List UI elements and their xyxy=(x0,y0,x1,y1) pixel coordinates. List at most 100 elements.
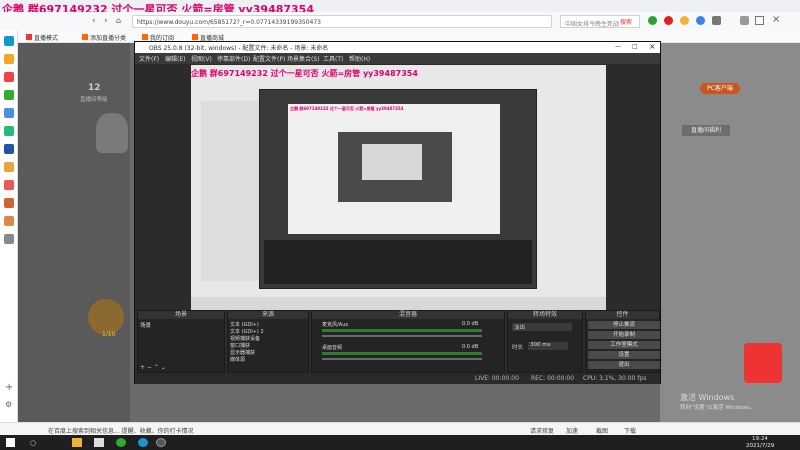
nested-preview: 企鹅 群697149232 过个一星可否 火箭=房管 yy39487354 xyxy=(288,104,500,234)
clock-time: 19:24 xyxy=(752,436,768,442)
start-icon[interactable] xyxy=(6,438,15,447)
notice-action[interactable]: 下载 xyxy=(624,426,636,435)
stop-streaming-button[interactable]: 停止推流 xyxy=(588,321,660,329)
address-bar-area: ‹ › ⌂ https://www.douyu.com/6585172?_r=0… xyxy=(0,12,800,32)
notice-action[interactable]: 截图 xyxy=(596,426,608,435)
cpu-status: CPU: 3.1%, 30.00 fps xyxy=(583,375,647,382)
source-item[interactable]: 视频捕获设备 xyxy=(230,335,260,342)
mixer-track-name: 麦克风/Aux xyxy=(322,322,349,328)
extension-icon[interactable] xyxy=(648,16,657,25)
pc-client-button[interactable]: PC客户端 xyxy=(700,83,740,94)
start-recording-button[interactable]: 开始录制 xyxy=(588,331,660,339)
app-icon[interactable] xyxy=(4,72,14,82)
mixer-track-db: 0.0 dB xyxy=(462,344,479,350)
close-icon[interactable]: × xyxy=(772,14,780,25)
notice-action[interactable]: 请求修复 xyxy=(530,426,554,435)
menu-file[interactable]: 文件(F) xyxy=(139,54,159,63)
menu-edit[interactable]: 编辑(E) xyxy=(165,54,185,63)
obs-close-icon[interactable]: × xyxy=(649,42,656,51)
mixer-track-db: 0.0 dB xyxy=(462,321,479,327)
obs-title-text: OBS 25.0.8 (32-bit, windows) - 配置文件: 未命名… xyxy=(149,45,329,52)
source-item[interactable]: 显示器捕获 xyxy=(230,349,255,356)
app-icon[interactable] xyxy=(94,438,104,447)
live-time: LIVE: 00:00:00 xyxy=(475,375,519,382)
notice-action[interactable]: 加速 xyxy=(566,426,578,435)
menu-scene-collection[interactable]: 场景集合(S) xyxy=(287,54,320,63)
app-icon[interactable] xyxy=(4,162,14,172)
clock-date: 2021/7/29 xyxy=(746,443,775,449)
gift-promo-image[interactable] xyxy=(744,343,782,383)
back-icon[interactable]: ‹ xyxy=(92,16,96,26)
settings-icon[interactable]: ⚙ xyxy=(5,400,12,409)
settings-button[interactable]: 设置 xyxy=(588,351,660,359)
app-icon[interactable] xyxy=(4,126,14,136)
level-number: 12 xyxy=(88,83,101,93)
stream-page-left-panel: 12 直播间等级 1/10 xyxy=(18,43,130,435)
search-icon[interactable]: ○ xyxy=(30,439,36,447)
star-icon[interactable] xyxy=(680,16,689,25)
search-button[interactable]: 搜索 xyxy=(620,17,632,26)
add-icon[interactable]: + xyxy=(5,382,13,393)
source-item[interactable]: 窗口捕获 xyxy=(230,342,250,349)
app-icon[interactable] xyxy=(4,234,14,244)
url-input[interactable]: https://www.douyu.com/6585172?_r=0.07714… xyxy=(132,15,552,28)
obs-minimize-icon[interactable]: — xyxy=(615,43,621,50)
room-welfare-badge[interactable]: 直播间福利 xyxy=(682,125,730,136)
source-item[interactable]: 媒体源 xyxy=(230,356,245,363)
activate-windows-title: 激活 Windows xyxy=(680,393,735,402)
bookmark-item[interactable]: 直播模式 xyxy=(26,32,58,42)
cloud-icon[interactable] xyxy=(4,108,14,118)
exit-button[interactable]: 退出 xyxy=(588,361,660,369)
nested-docks xyxy=(264,240,532,284)
app-icon[interactable] xyxy=(4,198,14,208)
obs-status-bar: LIVE: 00:00:00 REC: 00:00:00 CPU: 3.1%, … xyxy=(135,373,660,384)
minimize-icon[interactable] xyxy=(740,16,749,25)
menu-help[interactable]: 帮助(H) xyxy=(349,54,370,63)
app-icon[interactable] xyxy=(4,36,14,46)
volume-slider[interactable] xyxy=(322,358,482,360)
bookmark-label: 添加直播分类 xyxy=(90,34,127,42)
nested-obs-capture: 企鹅 群697149232 过个一星可否 火箭=房管 yy39487354 xyxy=(259,89,537,289)
source-item[interactable]: 文本 (GDI+) xyxy=(230,321,259,328)
transition-select[interactable]: 淡出 xyxy=(512,323,572,331)
menu-icon[interactable] xyxy=(712,16,721,25)
obs-window[interactable]: OBS 25.0.8 (32-bit, windows) - 配置文件: 未命名… xyxy=(134,41,661,384)
source-item[interactable]: 文本 (GDI+) 2 xyxy=(230,328,264,335)
studio-mode-button[interactable]: 工作室模式 xyxy=(588,341,660,349)
scenes-dock-title: 场景 xyxy=(138,311,224,319)
app-icon[interactable] xyxy=(4,90,14,100)
record-icon[interactable] xyxy=(664,16,673,25)
menu-profile[interactable]: 配置文件(P) xyxy=(253,54,285,63)
side-app-bar: + ⚙ xyxy=(0,30,18,435)
bookmark-icon xyxy=(192,34,198,40)
app-icon[interactable] xyxy=(4,54,14,64)
bookmark-icon xyxy=(82,34,88,40)
scene-item[interactable]: 场景 xyxy=(140,321,151,329)
nested-inner-capture xyxy=(338,132,452,202)
volume-meter xyxy=(322,352,482,355)
app-icon[interactable] xyxy=(4,180,14,190)
bookmark-item[interactable]: 添加直播分类 xyxy=(82,32,126,42)
obs-docks-area: 场景 场景 + − ⌃ ⌄ 来源 文本 (GDI+) 文本 (GDI+) 2 视… xyxy=(135,310,660,373)
bookmark-label: 直播模式 xyxy=(34,34,59,42)
duration-input[interactable]: 300 ms xyxy=(528,342,568,350)
app-icon[interactable] xyxy=(4,216,14,226)
menu-docks[interactable]: 停靠部件(D) xyxy=(217,54,250,63)
forward-icon[interactable]: › xyxy=(104,16,108,26)
menu-tools[interactable]: 工具(T) xyxy=(323,54,343,63)
home-icon[interactable]: ⌂ xyxy=(116,16,121,25)
menu-view[interactable]: 视图(V) xyxy=(191,54,212,63)
scene-controls[interactable]: + − ⌃ ⌄ xyxy=(140,364,166,371)
app-icon[interactable] xyxy=(138,438,148,447)
transitions-dock-title: 转场特效 xyxy=(508,311,582,319)
maximize-icon[interactable] xyxy=(755,16,764,25)
folder-icon[interactable] xyxy=(72,438,82,447)
volume-slider[interactable] xyxy=(322,335,482,337)
user-icon[interactable] xyxy=(696,16,705,25)
bookmark-icon xyxy=(26,34,32,40)
app-icon[interactable] xyxy=(4,144,14,154)
obs-maximize-icon[interactable]: □ xyxy=(632,43,638,50)
obs-taskbar-icon[interactable] xyxy=(156,438,166,447)
browser-icon[interactable] xyxy=(116,438,126,447)
obs-preview-canvas[interactable]: 企鹅 群697149232 过个一星可否 火箭=房管 yy39487354 企鹅… xyxy=(191,65,606,310)
